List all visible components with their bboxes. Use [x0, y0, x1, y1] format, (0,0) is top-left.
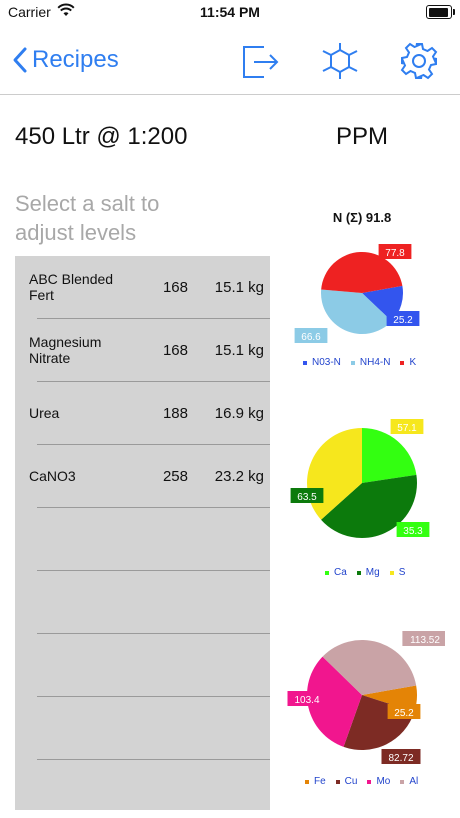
table-row[interactable]: Urea 188 16.9 kg	[15, 382, 270, 445]
legend-item: Mo	[367, 776, 390, 787]
empty-table-row	[15, 508, 270, 571]
empty-table-row	[15, 634, 270, 697]
salt-name: Urea	[29, 405, 60, 421]
salt-weight: 23.2 kg	[214, 468, 264, 485]
legend-item: K	[400, 357, 416, 368]
back-button-label: Recipes	[32, 46, 119, 73]
legend-label: Ca	[334, 567, 347, 578]
legend-label: N03-N	[312, 357, 341, 368]
legend-swatch	[400, 779, 405, 784]
back-button[interactable]: Recipes	[12, 46, 119, 74]
salt-name: CaNO3	[29, 468, 76, 484]
legend-swatch	[335, 779, 340, 784]
pie-value-label: 77.8	[378, 244, 412, 259]
legend-label: Mg	[365, 567, 380, 578]
legend-item: S	[389, 567, 406, 578]
salt-weight: 15.1 kg	[214, 279, 264, 296]
legend-label: Fe	[314, 776, 326, 787]
legend-label: NH4-N	[359, 357, 391, 368]
empty-table-row	[15, 697, 270, 760]
pie-value-label: 103.4	[287, 691, 327, 706]
ppm-title: PPM	[335, 123, 388, 150]
table-row[interactable]: Magnesium Nitrate 168 15.1 kg	[15, 319, 270, 382]
navigation-bar: Recipes	[0, 24, 460, 95]
legend-label: K	[409, 357, 417, 368]
legend-swatch	[389, 570, 394, 575]
table-row[interactable]: ABC Blended Fert 168 15.1 kg	[15, 256, 270, 319]
salt-ratio: 168	[162, 279, 188, 296]
legend-swatch	[325, 570, 329, 575]
recipe-summary-title: 450 Ltr @ 1:200	[15, 123, 188, 150]
pie-slice-ca	[362, 428, 417, 483]
pie-value-text: 25.2	[393, 315, 413, 326]
legend-label: Al	[409, 776, 419, 787]
secondary-nutrients-legend: Ca Mg S	[325, 567, 405, 578]
salt-name: ABC Blended Fert	[29, 271, 114, 303]
salt-selection-hint: Select a salt to adjust levels	[15, 191, 160, 245]
pie-value-text: 113.52	[410, 635, 440, 646]
status-bar: Carrier 11:54 PM	[0, 0, 460, 24]
legend-label: S	[398, 567, 406, 578]
molecule-icon[interactable]	[321, 42, 359, 80]
legend-label: Mo	[376, 776, 391, 787]
salt-ratio: 258	[162, 468, 188, 485]
clock: 11:54 PM	[200, 4, 260, 20]
pie-value-text: 66.6	[301, 332, 321, 343]
pie-value-text: 63.5	[297, 492, 317, 503]
legend-label: Cu	[344, 776, 358, 787]
micronutrients-legend: Fe Cu Mo Al	[305, 776, 418, 787]
pie-value-text: 103.4	[294, 695, 319, 706]
row-separator	[37, 759, 270, 760]
secondary-nutrients-pie-chart: 35.3 63.5 57.1	[290, 419, 430, 538]
pie-value-text: 77.8	[385, 248, 405, 259]
legend-swatch	[367, 779, 372, 784]
legend-swatch	[356, 570, 361, 575]
legend-item: Mg	[356, 567, 380, 578]
legend-item: NH4-N	[350, 357, 391, 368]
pie-value-label: 82.72	[381, 749, 421, 764]
legend-item: Cu	[335, 776, 358, 787]
pie-value-label: 25.2	[387, 704, 421, 719]
salt-weight: 16.9 kg	[214, 405, 264, 422]
pie-value-text: 57.1	[397, 423, 417, 434]
battery-icon	[426, 5, 455, 19]
salt-ratio: 168	[162, 342, 188, 359]
table-row[interactable]: CaNO3 258 23.2 kg	[15, 445, 270, 508]
pie-value-label: 35.3	[396, 522, 430, 537]
pie-value-label: 57.1	[390, 419, 424, 434]
pie-value-text: 82.72	[388, 753, 413, 764]
export-icon[interactable]	[242, 42, 280, 80]
legend-item: Al	[400, 776, 418, 787]
pie-value-text: 35.3	[403, 526, 423, 537]
legend-item: Ca	[325, 567, 347, 578]
legend-swatch	[305, 779, 309, 784]
salt-name: Magnesium Nitrate	[29, 334, 102, 366]
pie-value-text: 25.2	[394, 708, 414, 719]
pie-value-label: 63.5	[290, 488, 324, 503]
salt-table: ABC Blended Fert 168 15.1 kg Magnesium N…	[15, 256, 270, 810]
nitrogen-legend: N03-N NH4-N K	[303, 357, 416, 368]
legend-item: Fe	[305, 776, 326, 787]
legend-item: N03-N	[303, 357, 341, 368]
chevron-left-icon	[13, 47, 27, 73]
nitrogen-pie-chart: 25.2 66.6 77.8	[294, 244, 420, 343]
pie-value-label: 113.52	[402, 631, 445, 646]
empty-table-row	[15, 571, 270, 634]
pie-value-label: 25.2	[386, 311, 420, 326]
nitrogen-total-title: N (Σ) 91.8	[332, 210, 392, 225]
pie-value-label: 66.6	[294, 328, 328, 343]
micronutrients-pie-chart: 25.2 82.72 103.4 113.52	[287, 631, 445, 764]
legend-swatch	[350, 360, 355, 365]
legend-swatch	[400, 360, 405, 365]
salt-weight: 15.1 kg	[214, 342, 264, 359]
gear-icon[interactable]	[400, 42, 438, 80]
salt-ratio: 188	[162, 405, 188, 422]
legend-swatch	[303, 360, 307, 365]
